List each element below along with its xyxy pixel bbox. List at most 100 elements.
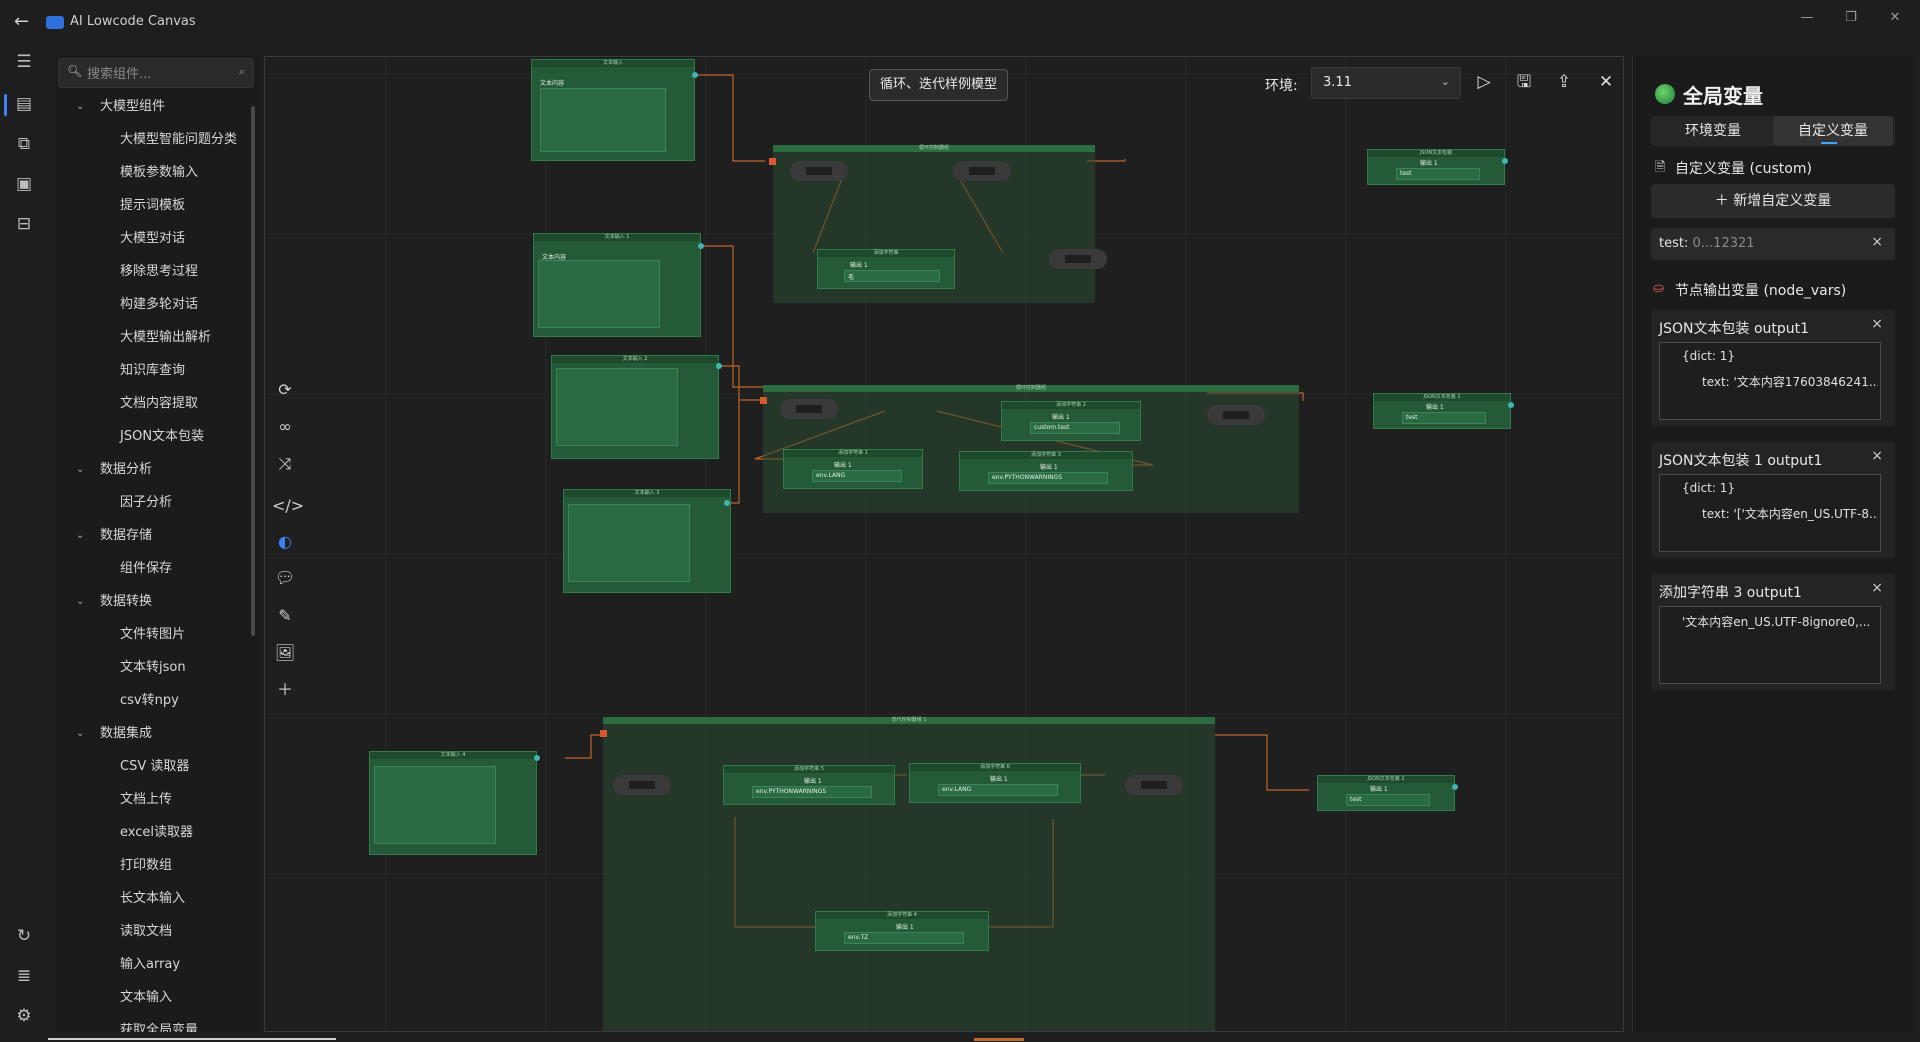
tree-item[interactable]: 文档内容提取: [56, 391, 252, 417]
output-port[interactable]: [1452, 784, 1458, 790]
storage-icon[interactable]: ▣: [12, 172, 36, 196]
tree-item[interactable]: 长文本输入: [56, 886, 252, 912]
loop-input-port[interactable]: [769, 158, 776, 165]
tree-item[interactable]: 构建多轮对话: [56, 292, 252, 318]
tree-category[interactable]: ⌄ 数据集成: [56, 721, 252, 747]
loop-start-marker[interactable]: [780, 399, 838, 419]
settings-icon[interactable]: ⚙: [12, 1004, 36, 1028]
tree-item[interactable]: 打印数组: [56, 853, 252, 879]
tree-item[interactable]: 组件保存: [56, 556, 252, 582]
chevron-down-icon[interactable]: ⌄: [76, 523, 84, 549]
remove-card-icon[interactable]: ×: [1871, 448, 1883, 464]
add-icon[interactable]: ＋: [272, 677, 298, 703]
add-string-node[interactable]: 添加字符串 2 输出 1 custom.test: [1001, 401, 1141, 441]
infinite-loop-icon[interactable]: ∞: [272, 414, 298, 440]
loop-icon[interactable]: ⟳: [272, 377, 298, 403]
add-string-node[interactable]: 添加字符串 3 输出 1 env.PYTHONWARNINGS: [959, 451, 1133, 491]
tab-env-vars[interactable]: 环境变量: [1653, 116, 1773, 146]
json-wrap-node[interactable]: JSON文本包装 输出 1 test: [1367, 149, 1505, 185]
tree-category[interactable]: ⌄ 大模型组件: [56, 94, 252, 120]
tree-item[interactable]: 知识库查询: [56, 358, 252, 384]
card-value[interactable]: '文本内容en_US.UTF-8ignore0,...: [1659, 606, 1881, 684]
output-port[interactable]: [698, 243, 704, 249]
loop-input-port[interactable]: [760, 397, 767, 404]
workflow-canvas[interactable]: 循环控制器组 循环控制器组 迭代控制器组 1 文本输入 文本内容 文本输入 1 文本…: [264, 56, 1624, 1032]
chevron-down-icon[interactable]: ⌄: [76, 589, 84, 615]
json-wrap-node[interactable]: JSON文本包装 2 输出 1 test: [1317, 775, 1455, 811]
tree-category[interactable]: ⌄ 数据转换: [56, 589, 252, 615]
tree-item[interactable]: 大模型输出解析: [56, 325, 252, 351]
output-port[interactable]: [724, 500, 730, 506]
tree-item[interactable]: 输入array: [56, 952, 252, 978]
canvas-icon[interactable]: ▤: [12, 92, 36, 116]
magnifier-icon[interactable]: ⌕: [239, 65, 245, 79]
log-icon[interactable]: ≣: [12, 964, 36, 988]
image-icon[interactable]: 🖼︎: [272, 640, 298, 666]
output-port[interactable]: [716, 363, 722, 369]
tree-item[interactable]: excel读取器: [56, 820, 252, 846]
chevron-down-icon[interactable]: ⌄: [76, 94, 84, 120]
minimize-button[interactable]: —: [1792, 8, 1822, 28]
tree-category[interactable]: ⌄ 数据分析: [56, 457, 252, 483]
tree-item[interactable]: 移除思考过程: [56, 259, 252, 285]
tree-item[interactable]: 因子分析: [56, 490, 252, 516]
output-port[interactable]: [534, 755, 540, 761]
json-wrap-node[interactable]: JSON文本包装 1 输出 1 test: [1373, 393, 1511, 429]
search-input[interactable]: [85, 64, 229, 84]
toolbox-icon[interactable]: ⊟: [12, 212, 36, 236]
run-button[interactable]: ▷: [1471, 69, 1497, 95]
tree-item[interactable]: csv转npy: [56, 688, 252, 714]
close-window-button[interactable]: ✕: [1880, 8, 1910, 28]
chevron-down-icon[interactable]: ⌄: [76, 721, 84, 747]
remove-card-icon[interactable]: ×: [1871, 580, 1883, 596]
tree-item[interactable]: 读取文档: [56, 919, 252, 945]
menu-icon[interactable]: ☰: [12, 50, 36, 74]
tree-item[interactable]: JSON文本包装: [56, 424, 252, 450]
output-port[interactable]: [692, 72, 698, 78]
output-port[interactable]: [1502, 158, 1508, 164]
tree-item[interactable]: 文件转图片: [56, 622, 252, 648]
card-value[interactable]: {dict: 1} text: '['文本内容en_US.UTF-8...: [1659, 474, 1881, 552]
tree-item[interactable]: 模板参数输入: [56, 160, 252, 186]
remove-card-icon[interactable]: ×: [1871, 316, 1883, 332]
card-value[interactable]: {dict: 1} text: '文本内容17603846241...: [1659, 342, 1881, 420]
note-icon[interactable]: ✎: [272, 603, 298, 629]
workflow-name-badge[interactable]: 循环、迭代样例模型: [869, 69, 1009, 101]
env-select[interactable]: 3.11 ⌄: [1311, 67, 1461, 99]
tree-item[interactable]: 提示词模板: [56, 193, 252, 219]
loop-end-marker[interactable]: [1207, 405, 1265, 425]
output-port[interactable]: [1508, 402, 1514, 408]
back-arrow-icon[interactable]: ←: [14, 12, 34, 32]
restore-button[interactable]: ❐: [1836, 8, 1866, 28]
loop-start-marker[interactable]: [790, 161, 848, 181]
tree-category[interactable]: ⌄ 数据存储: [56, 523, 252, 549]
tree-item[interactable]: CSV 读取器: [56, 754, 252, 780]
branch-icon[interactable]: ⤨: [272, 451, 298, 477]
text-input-node[interactable]: 文本输入 4文本内容: [369, 751, 537, 855]
loop-end-marker[interactable]: [953, 161, 1011, 181]
iter-end-marker[interactable]: [1125, 775, 1183, 795]
iter-input-port[interactable]: [600, 730, 607, 737]
plugin-icon[interactable]: ⧉: [12, 132, 36, 156]
add-string-node[interactable]: 添加字符串 5 输出 1 env.PYTHONWARNINGS: [723, 765, 895, 805]
chevron-down-icon[interactable]: ⌄: [76, 457, 84, 483]
tree-item[interactable]: 文本输入: [56, 985, 252, 1011]
add-string-node[interactable]: 添加字符串 6 输出 1 env.LANG: [909, 763, 1081, 803]
text-input-node[interactable]: 文本输入 3文本内容: [563, 489, 731, 593]
close-canvas-button[interactable]: ✕: [1593, 69, 1619, 95]
tree-item[interactable]: 文档上传: [56, 787, 252, 813]
tree-item[interactable]: 文本转json: [56, 655, 252, 681]
tree-scrollbar[interactable]: [251, 106, 255, 636]
text-input-node[interactable]: 文本输入 1 文本内容: [533, 233, 701, 337]
add-string-node[interactable]: 添加字符串 1 输出 1 env.LANG: [783, 449, 923, 489]
toggle-icon[interactable]: ◐: [272, 529, 298, 555]
refresh-icon[interactable]: ↻: [12, 924, 36, 948]
chat-icon[interactable]: 💬︎: [272, 565, 298, 591]
code-icon[interactable]: </>: [272, 493, 304, 519]
tree-item[interactable]: 大模型对话: [56, 226, 252, 252]
custom-var-row[interactable]: test: 0...12321 ×: [1651, 228, 1895, 260]
remove-var-icon[interactable]: ×: [1871, 234, 1883, 250]
add-string-node[interactable]: 添加字符串 4 输出 1 env.TZ: [815, 911, 989, 951]
tree-item[interactable]: 大模型智能问题分类: [56, 127, 252, 153]
add-string-node[interactable]: 添加字符串 输出 1 毛: [817, 249, 955, 289]
